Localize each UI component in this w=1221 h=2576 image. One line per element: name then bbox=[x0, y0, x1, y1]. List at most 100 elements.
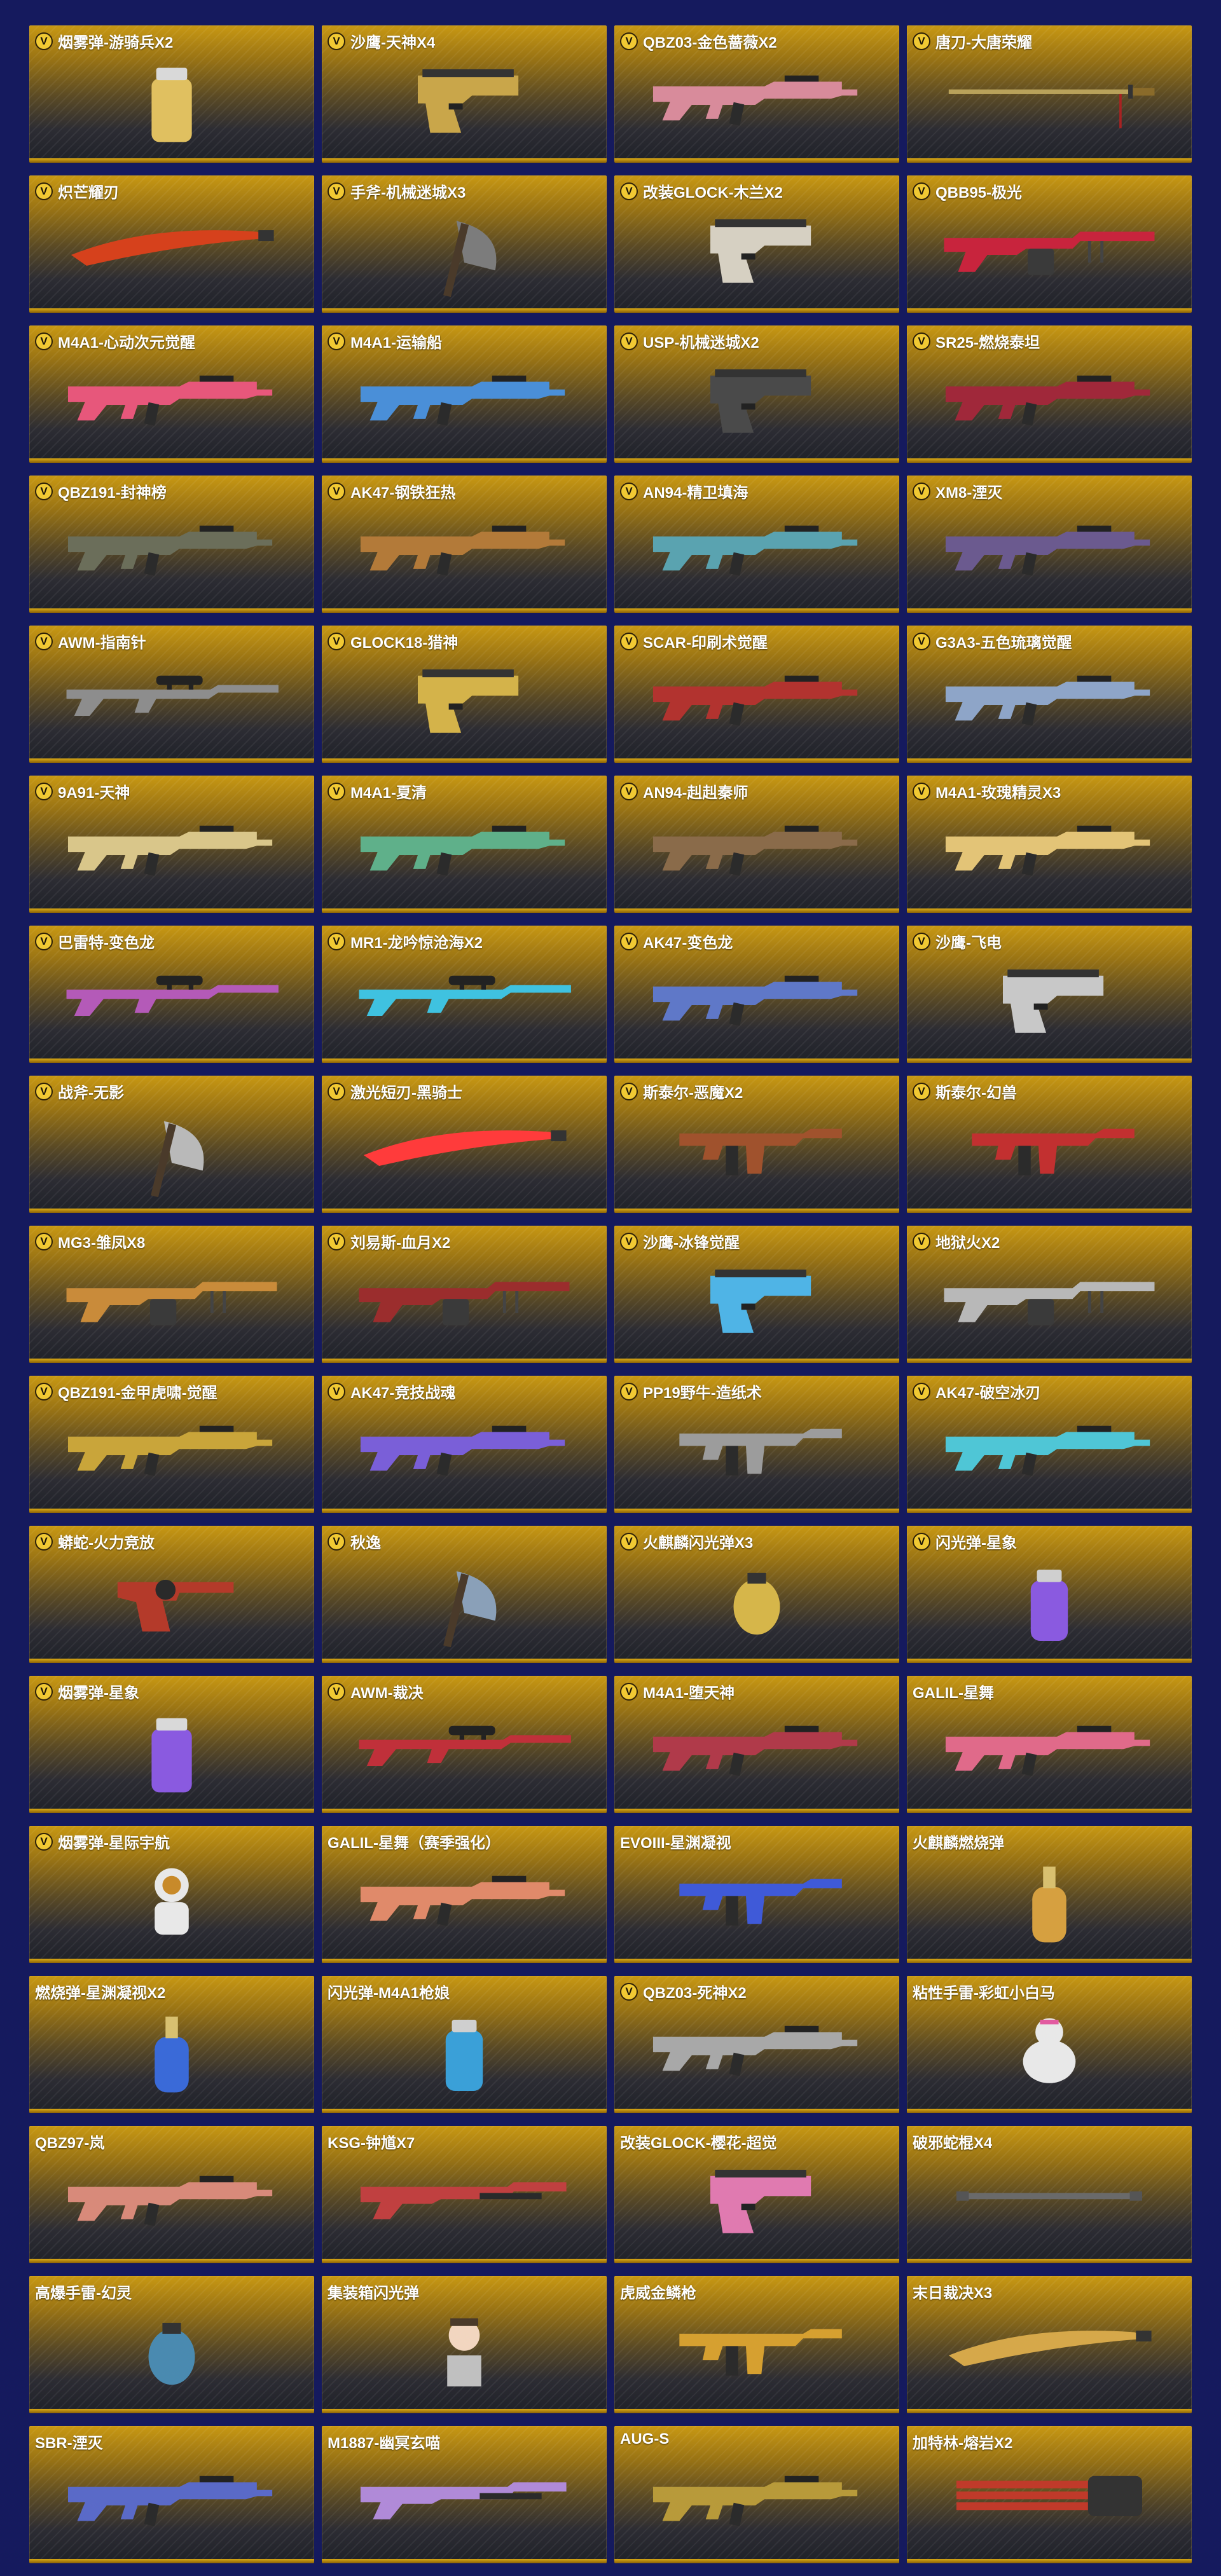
card-header: 末日裁决X3 bbox=[913, 2280, 1187, 2303]
item-card[interactable]: V 蟒蛇-火力竞放 bbox=[29, 1526, 314, 1663]
item-name: M4A1-夏清 bbox=[350, 784, 427, 802]
item-card[interactable]: V MR1-龙吟惊沧海X2 bbox=[322, 926, 607, 1063]
item-card[interactable]: V QBZ03-死神X2 bbox=[614, 1976, 899, 2113]
item-card[interactable]: V 炽芒耀刃 bbox=[29, 175, 314, 313]
item-card[interactable]: V 烟雾弹-游骑兵X2 bbox=[29, 25, 314, 163]
item-card[interactable]: V AK47-破空冰刃 bbox=[907, 1376, 1192, 1513]
item-card[interactable]: V 地狱火X2 bbox=[907, 1226, 1192, 1363]
vip-badge-icon: V bbox=[35, 332, 53, 350]
item-card[interactable]: V 斯泰尔-恶魔X2 bbox=[614, 1076, 899, 1213]
item-card[interactable]: 燃烧弹-星渊凝视X2 bbox=[29, 1976, 314, 2113]
rifle-icon bbox=[928, 509, 1170, 601]
rifle-icon bbox=[343, 509, 585, 601]
item-name: QBZ191-封神榜 bbox=[58, 484, 167, 502]
rifle-icon bbox=[636, 2459, 878, 2552]
item-card[interactable]: V 唐刀-大唐荣耀 bbox=[907, 25, 1192, 163]
item-card[interactable]: V M4A1-运输船 bbox=[322, 325, 607, 463]
item-card[interactable]: 末日裁决X3 bbox=[907, 2276, 1192, 2413]
item-card[interactable]: V M4A1-玫瑰精灵X3 bbox=[907, 776, 1192, 913]
card-header: V 沙鹰-冰锋觉醒 bbox=[620, 1230, 894, 1252]
item-card[interactable]: QBZ97-岚 bbox=[29, 2126, 314, 2263]
item-card[interactable]: 集装箱闪光弹 bbox=[322, 2276, 607, 2413]
item-card[interactable]: V 激光短刃-黑骑士 bbox=[322, 1076, 607, 1213]
card-header: V 巴雷特-变色龙 bbox=[35, 930, 309, 952]
item-name: 燃烧弹-星渊凝视X2 bbox=[35, 1985, 166, 2002]
item-card[interactable]: V QBZ191-封神榜 bbox=[29, 476, 314, 613]
item-card[interactable]: EVOIII-星渊凝视 bbox=[614, 1826, 899, 1963]
item-card[interactable]: V 烟雾弹-星象 bbox=[29, 1676, 314, 1813]
item-card[interactable]: V AK47-竞技战魂 bbox=[322, 1376, 607, 1513]
item-card[interactable]: V QBZ191-金甲虎啸-觉醒 bbox=[29, 1376, 314, 1513]
rifle-icon bbox=[928, 1409, 1170, 1502]
item-card[interactable]: V M4A1-心动次元觉醒 bbox=[29, 325, 314, 463]
item-card[interactable]: GALIL-星舞 bbox=[907, 1676, 1192, 1813]
item-card[interactable]: V M4A1-夏清 bbox=[322, 776, 607, 913]
item-card[interactable]: AUG-S bbox=[614, 2426, 899, 2563]
blade-icon bbox=[928, 2309, 1170, 2402]
item-card[interactable]: V 沙鹰-天神X4 bbox=[322, 25, 607, 163]
item-name: 改装GLOCK-木兰X2 bbox=[643, 184, 783, 202]
card-header: V QBZ191-封神榜 bbox=[35, 480, 309, 502]
item-card[interactable]: V 沙鹰-飞电 bbox=[907, 926, 1192, 1063]
card-header: V 沙鹰-天神X4 bbox=[328, 30, 602, 52]
item-card[interactable]: 破邪蛇棍X4 bbox=[907, 2126, 1192, 2263]
item-name: 闪光弹-星象 bbox=[935, 1535, 1017, 1552]
item-card[interactable]: V 战斧-无影 bbox=[29, 1076, 314, 1213]
item-card[interactable]: V 9A91-天神 bbox=[29, 776, 314, 913]
item-card[interactable]: V 沙鹰-冰锋觉醒 bbox=[614, 1226, 899, 1363]
item-card[interactable]: 高爆手雷-幻灵 bbox=[29, 2276, 314, 2413]
item-card[interactable]: 闪光弹-M4A1枪娘 bbox=[322, 1976, 607, 2113]
item-name: AUG-S bbox=[620, 2430, 670, 2448]
item-card[interactable]: V GLOCK18-猎神 bbox=[322, 626, 607, 763]
molotov-icon bbox=[51, 2009, 293, 2102]
item-card[interactable]: V 烟雾弹-星际宇航 bbox=[29, 1826, 314, 1963]
item-name: QBZ191-金甲虎啸-觉醒 bbox=[58, 1385, 217, 1402]
item-card[interactable]: 虎威金鳞枪 bbox=[614, 2276, 899, 2413]
item-card[interactable]: V 火麒麟闪光弹X3 bbox=[614, 1526, 899, 1663]
item-card[interactable]: V AN94-赳赳秦师 bbox=[614, 776, 899, 913]
item-card[interactable]: V QBZ03-金色蔷薇X2 bbox=[614, 25, 899, 163]
item-card[interactable]: V SCAR-印刷术觉醒 bbox=[614, 626, 899, 763]
pistol-icon bbox=[636, 1259, 878, 1352]
item-card[interactable]: V MG3-雏凤X8 bbox=[29, 1226, 314, 1363]
item-card[interactable]: V SR25-燃烧泰坦 bbox=[907, 325, 1192, 463]
vip-badge-icon: V bbox=[328, 932, 345, 950]
card-header: V 烟雾弹-星际宇航 bbox=[35, 1830, 309, 1853]
item-card[interactable]: V 闪光弹-星象 bbox=[907, 1526, 1192, 1663]
item-card[interactable]: V M4A1-堕天神 bbox=[614, 1676, 899, 1813]
item-card[interactable]: V PP19野牛-造纸术 bbox=[614, 1376, 899, 1513]
item-card[interactable]: SBR-湮灭 bbox=[29, 2426, 314, 2563]
item-card[interactable]: V 改装GLOCK-木兰X2 bbox=[614, 175, 899, 313]
item-card[interactable]: V G3A3-五色琉璃觉醒 bbox=[907, 626, 1192, 763]
item-card[interactable]: V 斯泰尔-幻兽 bbox=[907, 1076, 1192, 1213]
item-card[interactable]: V AWM-指南针 bbox=[29, 626, 314, 763]
item-card[interactable]: V 秋逸 bbox=[322, 1526, 607, 1663]
item-card[interactable]: 火麒麟燃烧弹 bbox=[907, 1826, 1192, 1963]
item-card[interactable]: M1887-幽冥玄喵 bbox=[322, 2426, 607, 2563]
rifle-icon bbox=[928, 659, 1170, 751]
item-card[interactable]: 粘性手雷-彩虹小白马 bbox=[907, 1976, 1192, 2113]
item-name: GLOCK18-猎神 bbox=[350, 634, 459, 652]
item-card[interactable]: V QBB95-极光 bbox=[907, 175, 1192, 313]
item-name: M1887-幽冥玄喵 bbox=[328, 2435, 441, 2452]
vip-badge-icon: V bbox=[620, 632, 638, 650]
item-card[interactable]: V AK47-变色龙 bbox=[614, 926, 899, 1063]
item-card[interactable]: V 刘易斯-血月X2 bbox=[322, 1226, 607, 1363]
item-card[interactable]: 加特林-熔岩X2 bbox=[907, 2426, 1192, 2563]
card-header: V 闪光弹-星象 bbox=[913, 1530, 1187, 1552]
item-name: MR1-龙吟惊沧海X2 bbox=[350, 935, 483, 952]
sniper-icon bbox=[51, 659, 293, 751]
item-card[interactable]: V AK47-钢铁狂热 bbox=[322, 476, 607, 613]
item-card[interactable]: V 巴雷特-变色龙 bbox=[29, 926, 314, 1063]
item-card[interactable]: GALIL-星舞（赛季强化） bbox=[322, 1826, 607, 1963]
item-card[interactable]: V USP-机械迷城X2 bbox=[614, 325, 899, 463]
item-card[interactable]: V AN94-精卫填海 bbox=[614, 476, 899, 613]
card-header: 火麒麟燃烧弹 bbox=[913, 1830, 1187, 1853]
item-card[interactable]: V 手斧-机械迷城X3 bbox=[322, 175, 607, 313]
card-header: 燃烧弹-星渊凝视X2 bbox=[35, 1980, 309, 2003]
item-card[interactable]: V XM8-湮灭 bbox=[907, 476, 1192, 613]
item-card[interactable]: V AWM-裁决 bbox=[322, 1676, 607, 1813]
item-card[interactable]: KSG-钟馗X7 bbox=[322, 2126, 607, 2263]
pistol-icon bbox=[636, 2159, 878, 2252]
item-card[interactable]: 改装GLOCK-樱花-超觉 bbox=[614, 2126, 899, 2263]
